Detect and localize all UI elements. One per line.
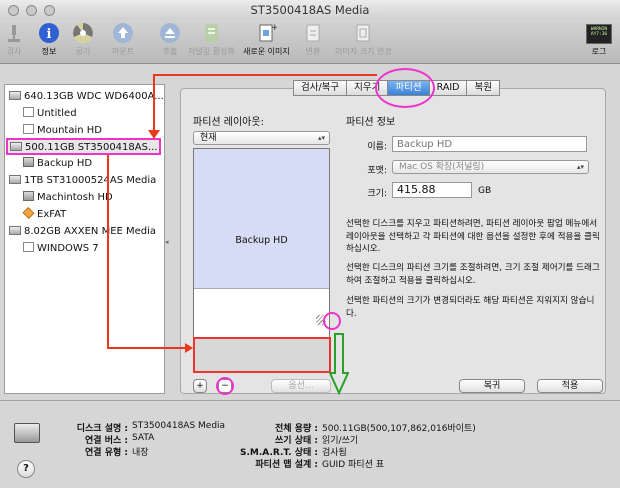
partition-layout-select[interactable]: 현재 ▴▾: [193, 131, 330, 145]
mount-icon: [113, 23, 134, 43]
sidebar-disk-st3500418as[interactable]: 500.11GB ST3500418AS...: [6, 138, 161, 155]
log-icon: WARNIN AY7:36: [586, 24, 612, 44]
annotation-line-top-down: [153, 74, 155, 136]
zoom-window-button[interactable]: [44, 5, 55, 16]
volume-icon: [23, 191, 34, 201]
resize-image-icon: [356, 24, 370, 42]
partition-block-backup-hd[interactable]: [194, 149, 329, 289]
annotation-arrow-head-down: [148, 130, 160, 139]
eject-toolbar-button[interactable]: 추출: [159, 22, 181, 57]
burn-icon: [73, 23, 93, 43]
burn-toolbar-button[interactable]: 굽기: [72, 22, 94, 57]
partition-layout-label: 파티션 레이아웃:: [193, 117, 264, 128]
convert-icon: [306, 24, 320, 42]
eject-icon: [160, 23, 180, 43]
sidebar-disk-axxen[interactable]: 8.02GB AXXEN MEE Media: [9, 224, 156, 239]
verify-toolbar-button[interactable]: 검사: [3, 22, 25, 57]
toolbar: 검사 i 정보 굽기 마운트 추출 저널링 활성화 + 새로운 이미지 변환 이…: [0, 20, 620, 64]
hard-disk-icon: [9, 91, 21, 100]
annotation-green-arrow: [329, 333, 349, 395]
sidebar-volume-windows-7[interactable]: WINDOWS 7: [23, 241, 99, 256]
partition-block-label: Backup HD: [235, 235, 288, 246]
info-icon: i: [39, 23, 59, 43]
sidebar-volume-untitled[interactable]: Untitled: [23, 106, 77, 121]
convert-toolbar-button[interactable]: 변환: [302, 22, 324, 57]
window-title: ST3500418AS Media: [250, 3, 370, 17]
connection-bus-value: SATA: [132, 433, 155, 443]
minimize-window-button[interactable]: [26, 5, 37, 16]
svg-text:i: i: [47, 27, 52, 42]
enable-journaling-toolbar-button[interactable]: 저널링 활성화: [188, 22, 235, 57]
resize-grip-highlight: [323, 312, 341, 330]
size-unit: GB: [478, 186, 492, 196]
annotation-arrow-head-right: [185, 343, 193, 353]
log-toolbar-button[interactable]: WARNIN AY7:36 로그: [586, 24, 612, 57]
partition-layout-map[interactable]: Backup HD: [193, 148, 330, 347]
partition-panel: 파티션 레이아웃: 현재 ▴▾ Backup HD + − 옵션... 파티션 …: [180, 88, 606, 395]
sidebar-volume-backup-hd[interactable]: Backup HD: [23, 156, 92, 171]
partition-help-text-3: 선택한 파티션의 크기가 변경되더라도 해당 파티션은 지워지지 않습니다.: [346, 296, 595, 319]
hard-disk-icon: [10, 142, 22, 151]
popup-arrows-icon: ▴▾: [317, 134, 325, 142]
main-area: 파티션 레이아웃: 현재 ▴▾ Backup HD + − 옵션... 파티션 …: [172, 68, 612, 395]
disk-info-bar: 디스크 설명 : ST3500418AS Media 연결 버스 : SATA …: [0, 400, 620, 488]
volume-icon: [23, 107, 34, 117]
partition-map-label: 파티션 맵 설계 :: [255, 460, 318, 470]
annotation-line-left: [107, 155, 109, 349]
splitter-handle-icon[interactable]: ◂: [165, 238, 169, 246]
volume-icon: [23, 242, 34, 252]
disk-description-value: ST3500418AS Media: [132, 421, 226, 431]
sidebar-volume-mountain-hd[interactable]: Mountain HD: [23, 123, 102, 138]
volume-icon: [23, 124, 34, 134]
partition-size-input[interactable]: 415.88: [392, 182, 472, 198]
popup-arrows-icon: ▴▾: [576, 163, 584, 171]
annotation-line-bottom: [107, 347, 187, 349]
disk-drive-icon: [14, 423, 40, 443]
partition-name-input[interactable]: [392, 136, 587, 152]
partition-info-title: 파티션 정보: [346, 117, 396, 128]
sidebar-disk-st31000524as[interactable]: 1TB ST31000524AS Media: [9, 173, 156, 188]
resize-image-toolbar-button[interactable]: 이미지 크기 변경: [335, 22, 392, 57]
connection-type-value: 내장: [132, 448, 149, 458]
size-label: 크기:: [367, 189, 387, 199]
format-label: 포맷:: [367, 166, 387, 176]
annotation-line-top: [153, 74, 377, 76]
journal-icon: [205, 24, 219, 42]
volume-icon: [22, 207, 35, 219]
new-image-icon: +: [259, 23, 277, 42]
new-partition-space: [193, 337, 331, 373]
svg-text:+: +: [271, 23, 277, 33]
partition-map-value: GUID 파티션 표: [322, 460, 384, 470]
hard-disk-icon: [9, 175, 21, 184]
info-toolbar-button[interactable]: i 정보: [38, 22, 60, 57]
partition-format-select[interactable]: Mac OS 확장(저널링) ▴▾: [392, 160, 589, 174]
tab-first-aid[interactable]: 검사/복구: [293, 80, 347, 96]
volume-icon: [23, 157, 34, 167]
sidebar-volume-machintosh-hd[interactable]: Machintosh HD: [23, 190, 113, 205]
sidebar-volume-exfat[interactable]: ExFAT: [22, 207, 66, 222]
help-button[interactable]: ?: [17, 460, 35, 478]
partition-help-text-2: 선택한 디스크의 파티션 크기를 조절하려면, 크기 조절 제어기를 드래그하여…: [346, 263, 600, 286]
title-bar: ST3500418AS Media: [0, 0, 620, 20]
connection-type-label: 연결 유형 :: [85, 448, 128, 458]
apply-button[interactable]: 적용: [537, 379, 603, 393]
close-window-button[interactable]: [8, 5, 19, 16]
mount-toolbar-button[interactable]: 마운트: [112, 22, 134, 57]
new-image-toolbar-button[interactable]: + 새로운 이미지: [243, 22, 290, 57]
microscope-icon: [8, 25, 20, 42]
hard-disk-icon: [9, 226, 21, 235]
tab-restore[interactable]: 복원: [466, 80, 500, 96]
remove-partition-highlight: [216, 377, 234, 395]
add-partition-button[interactable]: +: [193, 379, 207, 393]
name-label: 이름:: [367, 142, 387, 152]
partition-options-button[interactable]: 옵션...: [271, 379, 331, 393]
partition-tab-highlight: [375, 68, 435, 108]
revert-button[interactable]: 복귀: [459, 379, 525, 393]
partition-help-text-1: 선택한 디스크를 지우고 파티션하려면, 파티션 레이아웃 팝업 메뉴에서 레이…: [346, 219, 600, 254]
sidebar-disk-wdc[interactable]: 640.13GB WDC WD6400A...: [9, 89, 164, 104]
